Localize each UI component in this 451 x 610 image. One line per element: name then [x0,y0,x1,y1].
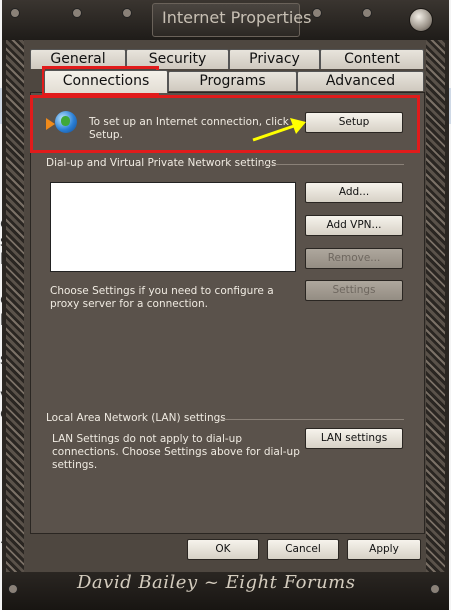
tab-security[interactable]: Security [126,49,229,69]
globe-network-icon [55,111,77,133]
divider [220,419,404,420]
annotation-arrow-icon [252,118,306,142]
dialup-header: Dial-up and Virtual Private Network sett… [46,157,277,169]
rivet-icon [72,8,82,18]
settings-button[interactable]: Settings [305,280,403,301]
cancel-button[interactable]: Cancel [267,539,339,560]
add-button[interactable]: Add... [305,182,403,203]
tab-connections[interactable]: Connections [44,70,168,93]
lan-settings-button[interactable]: LAN settings [305,428,403,449]
ok-button[interactable]: OK [187,539,259,560]
left-frame-chain [6,40,26,572]
tab-content[interactable]: Content [320,49,424,69]
tab-general[interactable]: General [30,49,126,69]
signature: David Bailey ~ Eight Forums [77,572,356,593]
lan-text: LAN Settings do not apply to dial-up con… [52,433,300,471]
window-title: Internet Properties [162,8,312,27]
rivet-icon [430,584,440,594]
rivet-icon [10,8,20,18]
settings-text: Choose Settings if you need to configure… [50,285,274,310]
right-frame-chain [425,40,445,572]
rivet-icon [8,584,18,594]
connections-listbox[interactable] [50,182,296,272]
add-vpn-button[interactable]: Add VPN... [305,215,403,236]
tab-privacy[interactable]: Privacy [229,49,320,69]
close-button[interactable] [409,8,433,32]
divider [262,164,404,165]
setup-button[interactable]: Setup [305,112,403,133]
rivet-icon [362,8,372,18]
apply-button[interactable]: Apply [347,539,421,560]
rivet-icon [122,8,132,18]
tab-advanced[interactable]: Advanced [297,71,424,91]
arrow-icon [46,118,55,130]
remove-button[interactable]: Remove... [305,248,403,269]
title-bar[interactable]: Internet Properties [2,0,449,40]
lan-header: Local Area Network (LAN) settings [46,412,226,424]
tab-programs[interactable]: Programs [168,71,297,91]
rivet-icon [312,8,322,18]
